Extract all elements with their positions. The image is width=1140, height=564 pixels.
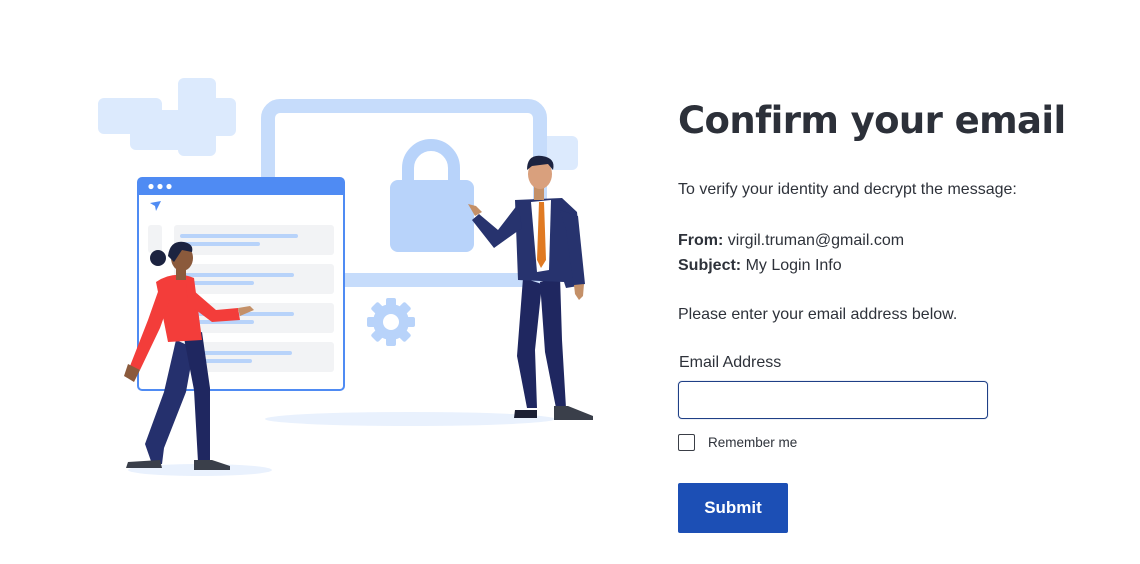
from-label: From:: [678, 232, 724, 249]
decorative-blob: [98, 78, 236, 156]
email-label: Email Address: [679, 354, 782, 371]
remember-me-checkbox[interactable]: [678, 433, 695, 451]
illustration-svg: [98, 78, 593, 476]
remember-me-label: Remember me: [708, 434, 798, 450]
page-title: Confirm your email: [678, 99, 1066, 142]
ground-shadow: [265, 412, 555, 426]
confirm-email-panel: Confirm your email To verify your identi…: [678, 96, 1078, 533]
remember-me-row: Remember me: [678, 432, 1078, 452]
submit-button[interactable]: Submit: [678, 483, 788, 533]
subject-line: Subject: My Login Info: [678, 253, 1078, 278]
message-meta: From: virgil.truman@gmail.com Subject: M…: [678, 228, 1078, 278]
subject-label: Subject:: [678, 257, 742, 274]
from-value: virgil.truman@gmail.com: [727, 232, 905, 249]
from-line: From: virgil.truman@gmail.com: [678, 228, 1078, 253]
email-field[interactable]: [678, 381, 988, 419]
subject-value: My Login Info: [745, 257, 842, 274]
instruction-text: Please enter your email address below.: [678, 306, 958, 323]
security-illustration: [90, 70, 610, 490]
intro-text: To verify your identity and decrypt the …: [678, 181, 1017, 198]
gear-icon: [367, 298, 415, 346]
